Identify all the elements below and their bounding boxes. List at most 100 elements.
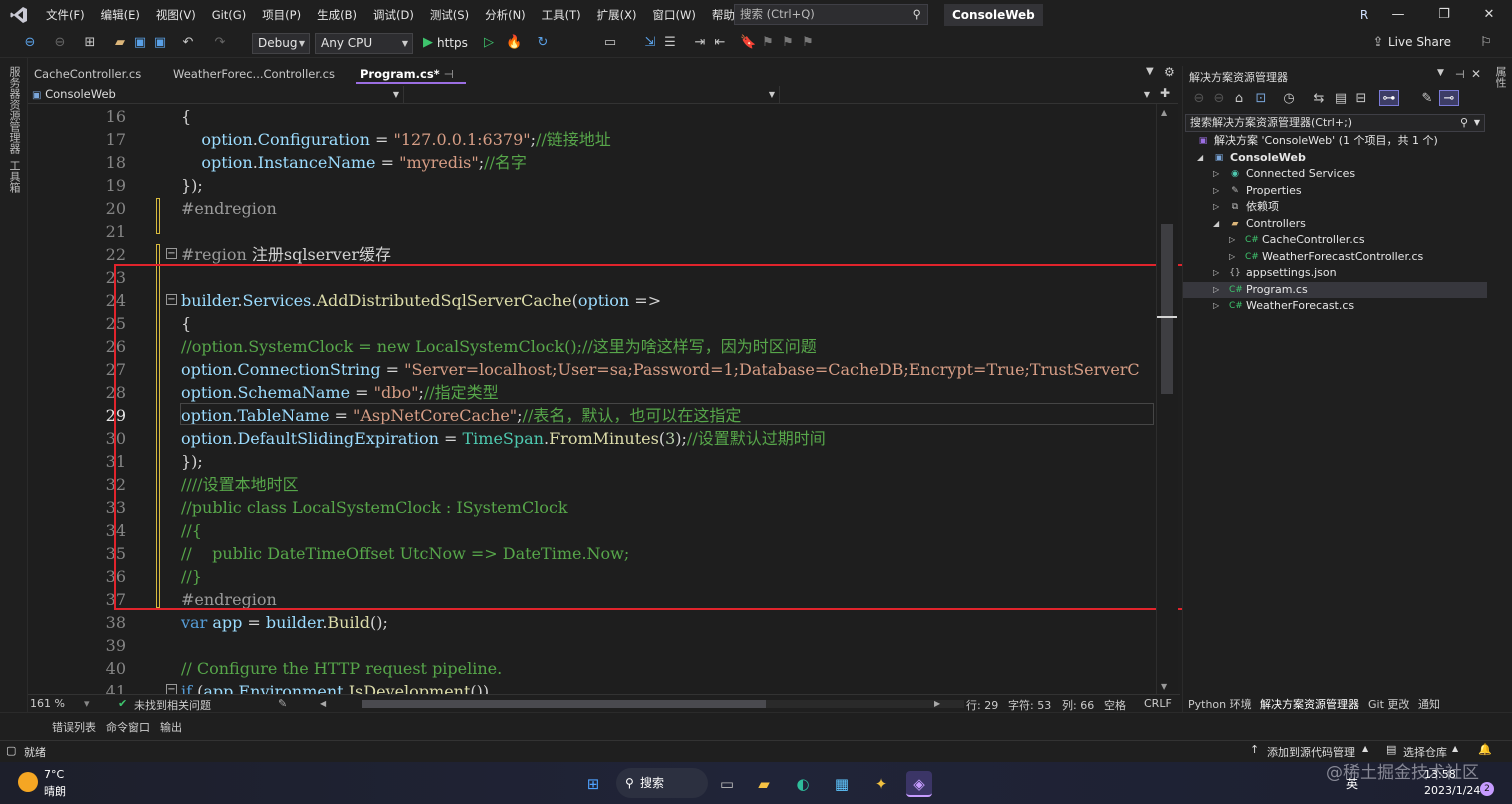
code-line[interactable]: 20 #endregion [28, 197, 1178, 220]
close-button[interactable]: ✕ [1466, 0, 1512, 30]
start-without-debugging-icon[interactable]: ▷ [481, 35, 497, 51]
tree-item[interactable]: ▷ C# WeatherForecastController.cs [1183, 249, 1487, 266]
code-line[interactable]: 19}); [28, 174, 1178, 197]
next-bookmark-icon[interactable]: ⚑ [780, 35, 796, 51]
file-explorer-icon[interactable]: ▰ [751, 771, 777, 797]
menu-item[interactable]: 分析(N) [477, 0, 534, 30]
menu-item[interactable]: 测试(S) [422, 0, 477, 30]
step-icon[interactable]: ⇲ [642, 35, 658, 51]
scroll-left-icon[interactable]: ◀ [320, 699, 326, 708]
open-folder-icon[interactable]: ▰ [112, 35, 128, 51]
collapsed-icon[interactable]: ▷ [1213, 199, 1219, 215]
menu-item[interactable]: 工具(T) [534, 0, 589, 30]
zoom-chevron-icon[interactable]: ▾ [84, 697, 90, 710]
collapsed-icon[interactable]: ▷ [1213, 282, 1219, 298]
outdent-icon[interactable]: ⇤ [712, 35, 728, 51]
tree-item[interactable]: ▷ {} appsettings.json [1183, 265, 1487, 282]
pin-icon[interactable]: ⊣ [444, 67, 454, 81]
configuration-select[interactable]: Debug ▼ [252, 33, 310, 54]
menu-item[interactable]: 视图(V) [148, 0, 204, 30]
hot-reload-icon[interactable]: 🔥 [506, 35, 522, 51]
sync-icon[interactable]: ⇆ [1311, 91, 1327, 107]
close-panel-icon[interactable]: ✕ [1471, 67, 1481, 81]
zoom-level[interactable]: 161 % [30, 697, 65, 710]
collapsed-icon[interactable]: ▷ [1213, 298, 1219, 314]
horizontal-scroll-thumb[interactable] [362, 700, 766, 708]
tab-output[interactable]: 输出 [160, 719, 182, 735]
taskbar-search-button[interactable]: ⚲ 搜索 [616, 768, 708, 798]
server-explorer-tab[interactable]: 服务器资源管理器 [6, 66, 22, 154]
menu-item[interactable]: 调试(D) [365, 0, 422, 30]
line-ending-indicator[interactable]: CRLF [1144, 697, 1172, 710]
clock-date[interactable]: 2023/1/24 [1424, 784, 1480, 797]
tab-notifications[interactable]: 通知 [1418, 696, 1440, 712]
tree-item[interactable]: ▣ 解决方案 'ConsoleWeb' (1 个项目，共 1 个) [1183, 133, 1487, 150]
visual-studio-taskbar-icon[interactable]: ◈ [906, 771, 932, 797]
code-line[interactable]: 38 var app = builder.Build(); [28, 611, 1178, 634]
refresh-icon[interactable]: ↻ [535, 35, 551, 51]
fold-toggle-region[interactable]: − [166, 248, 177, 259]
store-icon[interactable]: ▦ [829, 771, 855, 797]
issues-status[interactable]: 未找到相关问题 [134, 697, 211, 713]
tree-item[interactable]: ◢ ▣ ConsoleWeb [1183, 150, 1487, 167]
member-nav-select[interactable]: ▼ [782, 86, 1154, 103]
tree-item[interactable]: ▷ C# WeatherForecast.cs [1183, 298, 1487, 315]
avatar[interactable]: R [1356, 6, 1372, 24]
maximize-button[interactable]: ❐ [1421, 0, 1467, 30]
vertical-scroll-thumb[interactable] [1161, 224, 1173, 394]
tree-item[interactable]: ▷ ⧉ 依赖项 [1183, 199, 1487, 216]
tree-item[interactable]: ▷ C# CacheController.cs [1183, 232, 1487, 249]
tree-item[interactable]: ◢ ▰ Controllers [1183, 216, 1487, 233]
new-item-icon[interactable]: ⊞ [82, 35, 98, 51]
expanded-icon[interactable]: ◢ [1197, 150, 1203, 166]
task-view-icon[interactable]: ▭ [714, 771, 740, 797]
fold-toggle-if[interactable]: − [166, 684, 177, 694]
menu-item[interactable]: 编辑(E) [93, 0, 148, 30]
scroll-down-icon[interactable]: ▼ [1161, 682, 1167, 691]
tab-git-changes[interactable]: Git 更改 [1368, 696, 1409, 712]
tab-cache-controller[interactable]: CacheController.cs [30, 64, 168, 84]
split-editor-icon[interactable]: ✚ [1160, 86, 1170, 100]
code-line[interactable]: 16 { [28, 105, 1178, 128]
weather-temperature[interactable]: 7°C [44, 768, 64, 781]
code-line[interactable]: 18 option.InstanceName = "myredis";//名字 [28, 151, 1178, 174]
code-line[interactable]: 39 [28, 634, 1178, 657]
bookmark-icon[interactable]: 🔖 [740, 35, 756, 51]
forward-icon[interactable]: ⊖ [1211, 91, 1227, 107]
tree-item[interactable]: ▷ ◉ Connected Services [1183, 166, 1487, 183]
tab-overflow-icon[interactable]: ▼ [1146, 66, 1154, 77]
menu-item[interactable]: 扩展(X) [589, 0, 645, 30]
solution-search-input[interactable]: 搜索解决方案资源管理器(Ctrl+;) ⚲ ▼ [1185, 114, 1485, 132]
home-icon[interactable]: ⌂ [1231, 91, 1247, 107]
tree-item[interactable]: ▷ ✎ Properties [1183, 183, 1487, 200]
edge-browser-icon[interactable]: ◐ [790, 771, 816, 797]
tree-item[interactable]: ▷ C# Program.cs [1183, 281, 1487, 298]
visual-studio-logo-icon[interactable] [0, 0, 38, 30]
format-icon[interactable]: ☰ [662, 35, 678, 51]
notifications-bell-icon[interactable]: 🔔 [1478, 743, 1492, 756]
tab-program[interactable]: Program.cs* ⊣ ✕ [356, 64, 466, 101]
preview-icon[interactable]: ⊸ [1439, 90, 1459, 106]
menu-item[interactable]: 窗口(W) [645, 0, 704, 30]
clear-bookmarks-icon[interactable]: ⚑ [800, 35, 816, 51]
undo-icon[interactable]: ↶ [180, 35, 196, 51]
live-share-button[interactable]: Live Share [1388, 35, 1451, 49]
pending-changes-icon[interactable]: ◷ [1281, 91, 1297, 107]
search-input[interactable]: 搜索 (Ctrl+Q) ⚲ [734, 4, 928, 25]
properties-tab[interactable]: 属性 [1492, 66, 1508, 88]
platform-select[interactable]: Any CPU ▼ [315, 33, 413, 54]
menu-item[interactable]: 生成(B) [309, 0, 365, 30]
menu-item[interactable]: Git(G) [204, 0, 255, 30]
save-icon[interactable]: ▣ [132, 35, 148, 51]
forward-icon[interactable]: ⊖ [52, 35, 68, 51]
prev-bookmark-icon[interactable]: ⚑ [760, 35, 776, 51]
python-app-icon[interactable]: ✦ [868, 771, 894, 797]
code-line[interactable]: 40 // Configure the HTTP request pipeline… [28, 657, 1178, 680]
brush-icon[interactable]: ✎ [278, 697, 287, 710]
back-icon[interactable]: ⊖ [1191, 91, 1207, 107]
properties-icon[interactable]: ✎ [1419, 91, 1435, 107]
show-all-files-icon[interactable]: ⊶ [1379, 90, 1399, 106]
back-icon[interactable]: ⊖ [22, 35, 38, 51]
switch-views-icon[interactable]: ⊡ [1253, 91, 1269, 107]
redo-icon[interactable]: ↷ [212, 35, 228, 51]
